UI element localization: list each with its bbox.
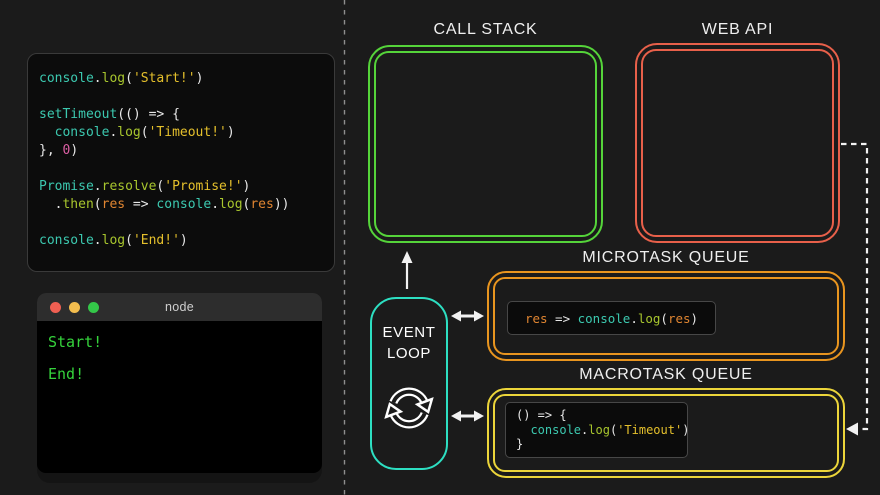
macrotask-queue-label: MACROTASK QUEUE: [579, 366, 753, 383]
eventloop-microtask-double-arrow-icon: [451, 310, 484, 322]
microtask-queue-label: MICROTASK QUEUE: [582, 249, 750, 266]
window-controls: [50, 302, 99, 313]
event-loop-label-line1: EVENT: [382, 324, 436, 341]
minimize-button-icon[interactable]: [69, 302, 80, 313]
call-stack-box: [368, 45, 603, 243]
terminal-titlebar: node: [37, 293, 322, 321]
terminal-output: Start! End!: [37, 321, 322, 409]
web-api-box-inner: [641, 49, 834, 237]
refresh-cycle-icon: [380, 379, 438, 442]
event-loop-diagram: console.log('Start!') setTimeout(() => {…: [0, 0, 880, 495]
eventloop-to-callstack-arrow: [401, 251, 413, 289]
connector-arrowhead-icon: [846, 422, 858, 436]
terminal-output-line: Start!: [48, 333, 103, 351]
close-button-icon[interactable]: [50, 302, 61, 313]
event-loop-label: EVENT LOOP: [382, 322, 435, 364]
web-api-box: [635, 43, 840, 243]
zoom-button-icon[interactable]: [88, 302, 99, 313]
event-loop-label-line2: LOOP: [386, 345, 432, 362]
microtask-task-chip: res => console.log(res): [507, 301, 716, 335]
macrotask-task-chip: () => { console.log('Timeout')}: [505, 402, 689, 458]
code-editor-panel: console.log('Start!') setTimeout(() => {…: [27, 53, 335, 272]
terminal-title: node: [164, 300, 194, 314]
source-code: console.log('Start!') setTimeout(() => {…: [39, 71, 290, 248]
terminal-window: node Start! End!: [37, 293, 322, 473]
call-stack-box-inner: [374, 51, 597, 237]
eventloop-macrotask-double-arrow-icon: [451, 410, 484, 422]
event-loop-box: EVENT LOOP: [370, 297, 448, 470]
terminal-output-line: End!: [48, 365, 85, 383]
call-stack-label: CALL STACK: [433, 21, 538, 38]
web-api-label: WEB API: [701, 21, 774, 38]
